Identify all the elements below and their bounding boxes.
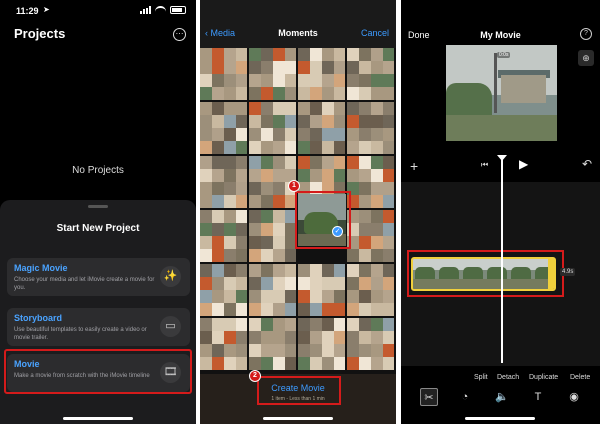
photo-thumbnail[interactable] — [249, 210, 296, 262]
home-indicator — [263, 417, 333, 420]
empty-state-text: No Projects — [72, 165, 124, 176]
sheet-grabber[interactable] — [88, 205, 108, 208]
nav-bar: ‹ Media Moments Cancel — [200, 0, 396, 48]
status-bar: 11:29 ➤ — [0, 0, 196, 22]
more-options-icon[interactable]: ⋯ — [173, 28, 186, 41]
photo-thumbnail[interactable] — [298, 318, 345, 370]
photo-thumbnail[interactable] — [249, 264, 296, 316]
split-button[interactable]: Split — [474, 374, 488, 381]
edit-toolbar: ✂ ◔ 🔈 T ◉ — [401, 386, 600, 408]
step-badge-1: 1 — [288, 180, 300, 192]
option-title: Storyboard — [14, 313, 63, 323]
battery-icon — [170, 6, 186, 14]
storyboard-icon: ▭ — [160, 316, 181, 337]
media-picker-screen: ✓ 1 ‹ Media Moments Cancel Create Movie … — [200, 0, 396, 424]
duplicate-button[interactable]: Duplicate — [529, 374, 558, 381]
filters-icon[interactable]: ◉ — [565, 388, 583, 406]
movie-editor-screen: Done My Movie ? ⊕ 0:0s + ⏮ ▶ ↶ 4.9s Spli… — [401, 0, 600, 424]
cancel-button[interactable]: Cancel — [361, 28, 389, 38]
step-badge-2: 2 — [249, 370, 261, 382]
photo-thumbnail[interactable] — [347, 48, 394, 100]
cellular-signal-icon — [140, 6, 151, 14]
photo-thumbnail[interactable] — [200, 102, 247, 154]
storyboard-option[interactable]: Storyboard Use beautiful templates to ea… — [7, 308, 190, 346]
magic-movie-option[interactable]: Magic Movie Choose your media and let iM… — [7, 258, 190, 296]
preview-timecode: 0:0s — [497, 52, 511, 58]
photo-thumbnail[interactable] — [347, 156, 394, 208]
photo-thumbnail[interactable] — [200, 156, 247, 208]
photo-thumbnail[interactable] — [298, 264, 345, 316]
project-title: My Movie — [480, 30, 521, 40]
option-description: Use beautiful templates to easily create… — [14, 327, 147, 341]
page-title: Projects — [14, 26, 66, 41]
photo-thumbnail[interactable] — [298, 48, 345, 100]
projects-screen: 11:29 ➤ Projects ⋯ No Projects Start New… — [0, 0, 196, 424]
sheet-title: Start New Project — [56, 223, 140, 234]
video-preview[interactable]: 0:0s — [446, 45, 557, 141]
photo-thumbnail[interactable] — [249, 102, 296, 154]
photo-thumbnail[interactable] — [347, 318, 394, 370]
playhead[interactable] — [501, 157, 503, 363]
play-icon[interactable]: ▶ — [519, 157, 528, 171]
photo-thumbnail[interactable] — [200, 210, 247, 262]
home-indicator — [63, 417, 133, 420]
new-project-sheet: Start New Project Magic Movie Choose you… — [0, 200, 196, 424]
scissors-icon[interactable]: ✂ — [420, 388, 438, 406]
photo-thumbnail[interactable] — [200, 318, 247, 370]
highlight-box — [407, 250, 564, 297]
photo-thumbnail[interactable] — [347, 210, 394, 262]
add-media-icon[interactable]: + — [410, 158, 418, 174]
photo-thumbnail[interactable] — [200, 264, 247, 316]
highlight-box — [257, 376, 341, 405]
highlight-box — [4, 349, 192, 394]
clip-actions: Split Detach Duplicate Delete — [401, 374, 600, 384]
delete-button[interactable]: Delete — [570, 374, 590, 381]
text-icon[interactable]: T — [529, 388, 547, 406]
undo-icon[interactable]: ↶ — [582, 157, 592, 171]
magic-wand-icon: ✨ — [160, 266, 181, 287]
photo-thumbnail[interactable] — [249, 48, 296, 100]
location-arrow-icon: ➤ — [43, 5, 50, 14]
detach-button[interactable]: Detach — [497, 374, 519, 381]
status-time: 11:29 — [16, 6, 39, 16]
volume-icon[interactable]: 🔈 — [493, 388, 511, 406]
photo-thumbnail[interactable] — [347, 264, 394, 316]
photo-thumbnail[interactable] — [347, 102, 394, 154]
help-icon[interactable]: ? — [580, 28, 592, 40]
highlight-box — [295, 191, 351, 249]
photo-thumbnail[interactable] — [298, 102, 345, 154]
zoom-icon[interactable]: ⊕ — [578, 50, 594, 66]
photo-thumbnail[interactable] — [249, 318, 296, 370]
nav-bar: Done My Movie ? — [401, 0, 600, 46]
home-indicator — [465, 417, 535, 420]
clip-duration: 4.9s — [560, 268, 576, 276]
photo-thumbnail[interactable] — [200, 48, 247, 100]
speed-icon[interactable]: ◔ — [456, 388, 474, 406]
option-description: Choose your media and let iMovie create … — [14, 277, 155, 291]
skip-back-icon[interactable]: ⏮ — [481, 160, 488, 170]
option-title: Magic Movie — [14, 263, 68, 273]
wifi-icon — [155, 6, 166, 14]
